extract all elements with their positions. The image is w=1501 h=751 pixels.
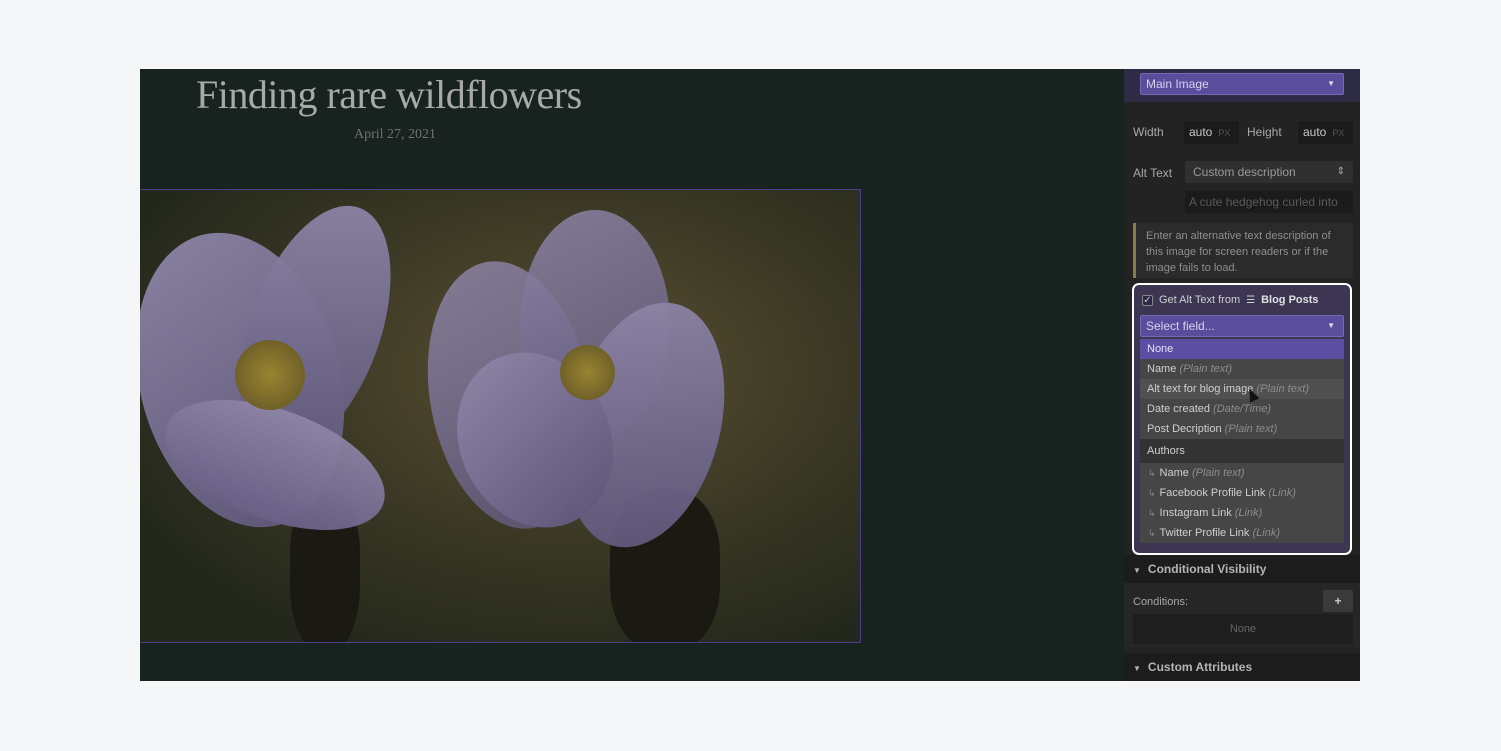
get-alt-text-checkbox[interactable]: ✓ bbox=[1142, 294, 1153, 306]
section-custom-attributes[interactable]: ▼ Custom Attributes bbox=[1124, 653, 1360, 681]
designer-canvas[interactable]: Finding rare wildflowers April 27, 2021 bbox=[140, 69, 1124, 681]
sub-arrow-icon: ↳ bbox=[1148, 508, 1156, 518]
option-instagram-link[interactable]: ↳ Instagram Link (Link) bbox=[1140, 503, 1344, 523]
sub-arrow-icon: ↳ bbox=[1148, 468, 1156, 478]
alt-text-input[interactable]: A cute hedgehog curled into bbox=[1185, 191, 1353, 213]
chevron-down-icon: ▼ bbox=[1327, 79, 1335, 88]
option-facebook-profile-link[interactable]: ↳ Facebook Profile Link (Link) bbox=[1140, 483, 1344, 503]
option-name[interactable]: Name (Plain text) bbox=[1140, 359, 1344, 379]
post-date: April 27, 2021 bbox=[354, 127, 437, 142]
main-image[interactable] bbox=[140, 189, 861, 643]
image-field-select[interactable]: Main Image ▼ bbox=[1140, 73, 1344, 95]
option-author-name[interactable]: ↳ Name (Plain text) bbox=[1140, 463, 1344, 483]
database-icon: ☰ bbox=[1246, 294, 1256, 306]
caret-down-icon: ▼ bbox=[1133, 664, 1141, 673]
option-twitter-profile-link[interactable]: ↳ Twitter Profile Link (Link) bbox=[1140, 523, 1344, 543]
width-input[interactable]: auto PX bbox=[1184, 121, 1239, 144]
group-authors: Authors bbox=[1140, 439, 1344, 463]
field-select[interactable]: Select field... ▼ bbox=[1140, 315, 1344, 337]
option-none[interactable]: None bbox=[1140, 339, 1344, 359]
option-alt-text-for-blog-image[interactable]: Alt text for blog image (Plain text) bbox=[1140, 379, 1344, 399]
conditions-empty: None bbox=[1133, 614, 1353, 644]
alt-text-mode-select[interactable]: Custom description ⇕ bbox=[1185, 161, 1353, 183]
option-date-created[interactable]: Date created (Date/Time) bbox=[1140, 399, 1344, 419]
height-input[interactable]: auto PX bbox=[1298, 121, 1353, 144]
alt-text-help-note: Enter an alternative text description of… bbox=[1133, 223, 1353, 278]
text-fragment bbox=[230, 675, 270, 679]
post-title: Finding rare wildflowers bbox=[196, 72, 582, 117]
add-condition-button[interactable]: + bbox=[1323, 590, 1353, 612]
chevron-down-icon: ▼ bbox=[1327, 321, 1335, 330]
field-dropdown-list: None Name (Plain text) Alt text for blog… bbox=[1140, 339, 1344, 543]
alt-text-binding-popup: ✓ Get Alt Text from ☰ Blog Posts Select … bbox=[1132, 283, 1352, 555]
sub-arrow-icon: ↳ bbox=[1148, 528, 1156, 538]
option-post-description[interactable]: Post Decription (Plain text) bbox=[1140, 419, 1344, 439]
sub-arrow-icon: ↳ bbox=[1148, 488, 1156, 498]
caret-down-icon: ▼ bbox=[1133, 566, 1141, 575]
section-conditional-visibility[interactable]: ▼ Conditional Visibility bbox=[1124, 555, 1360, 583]
